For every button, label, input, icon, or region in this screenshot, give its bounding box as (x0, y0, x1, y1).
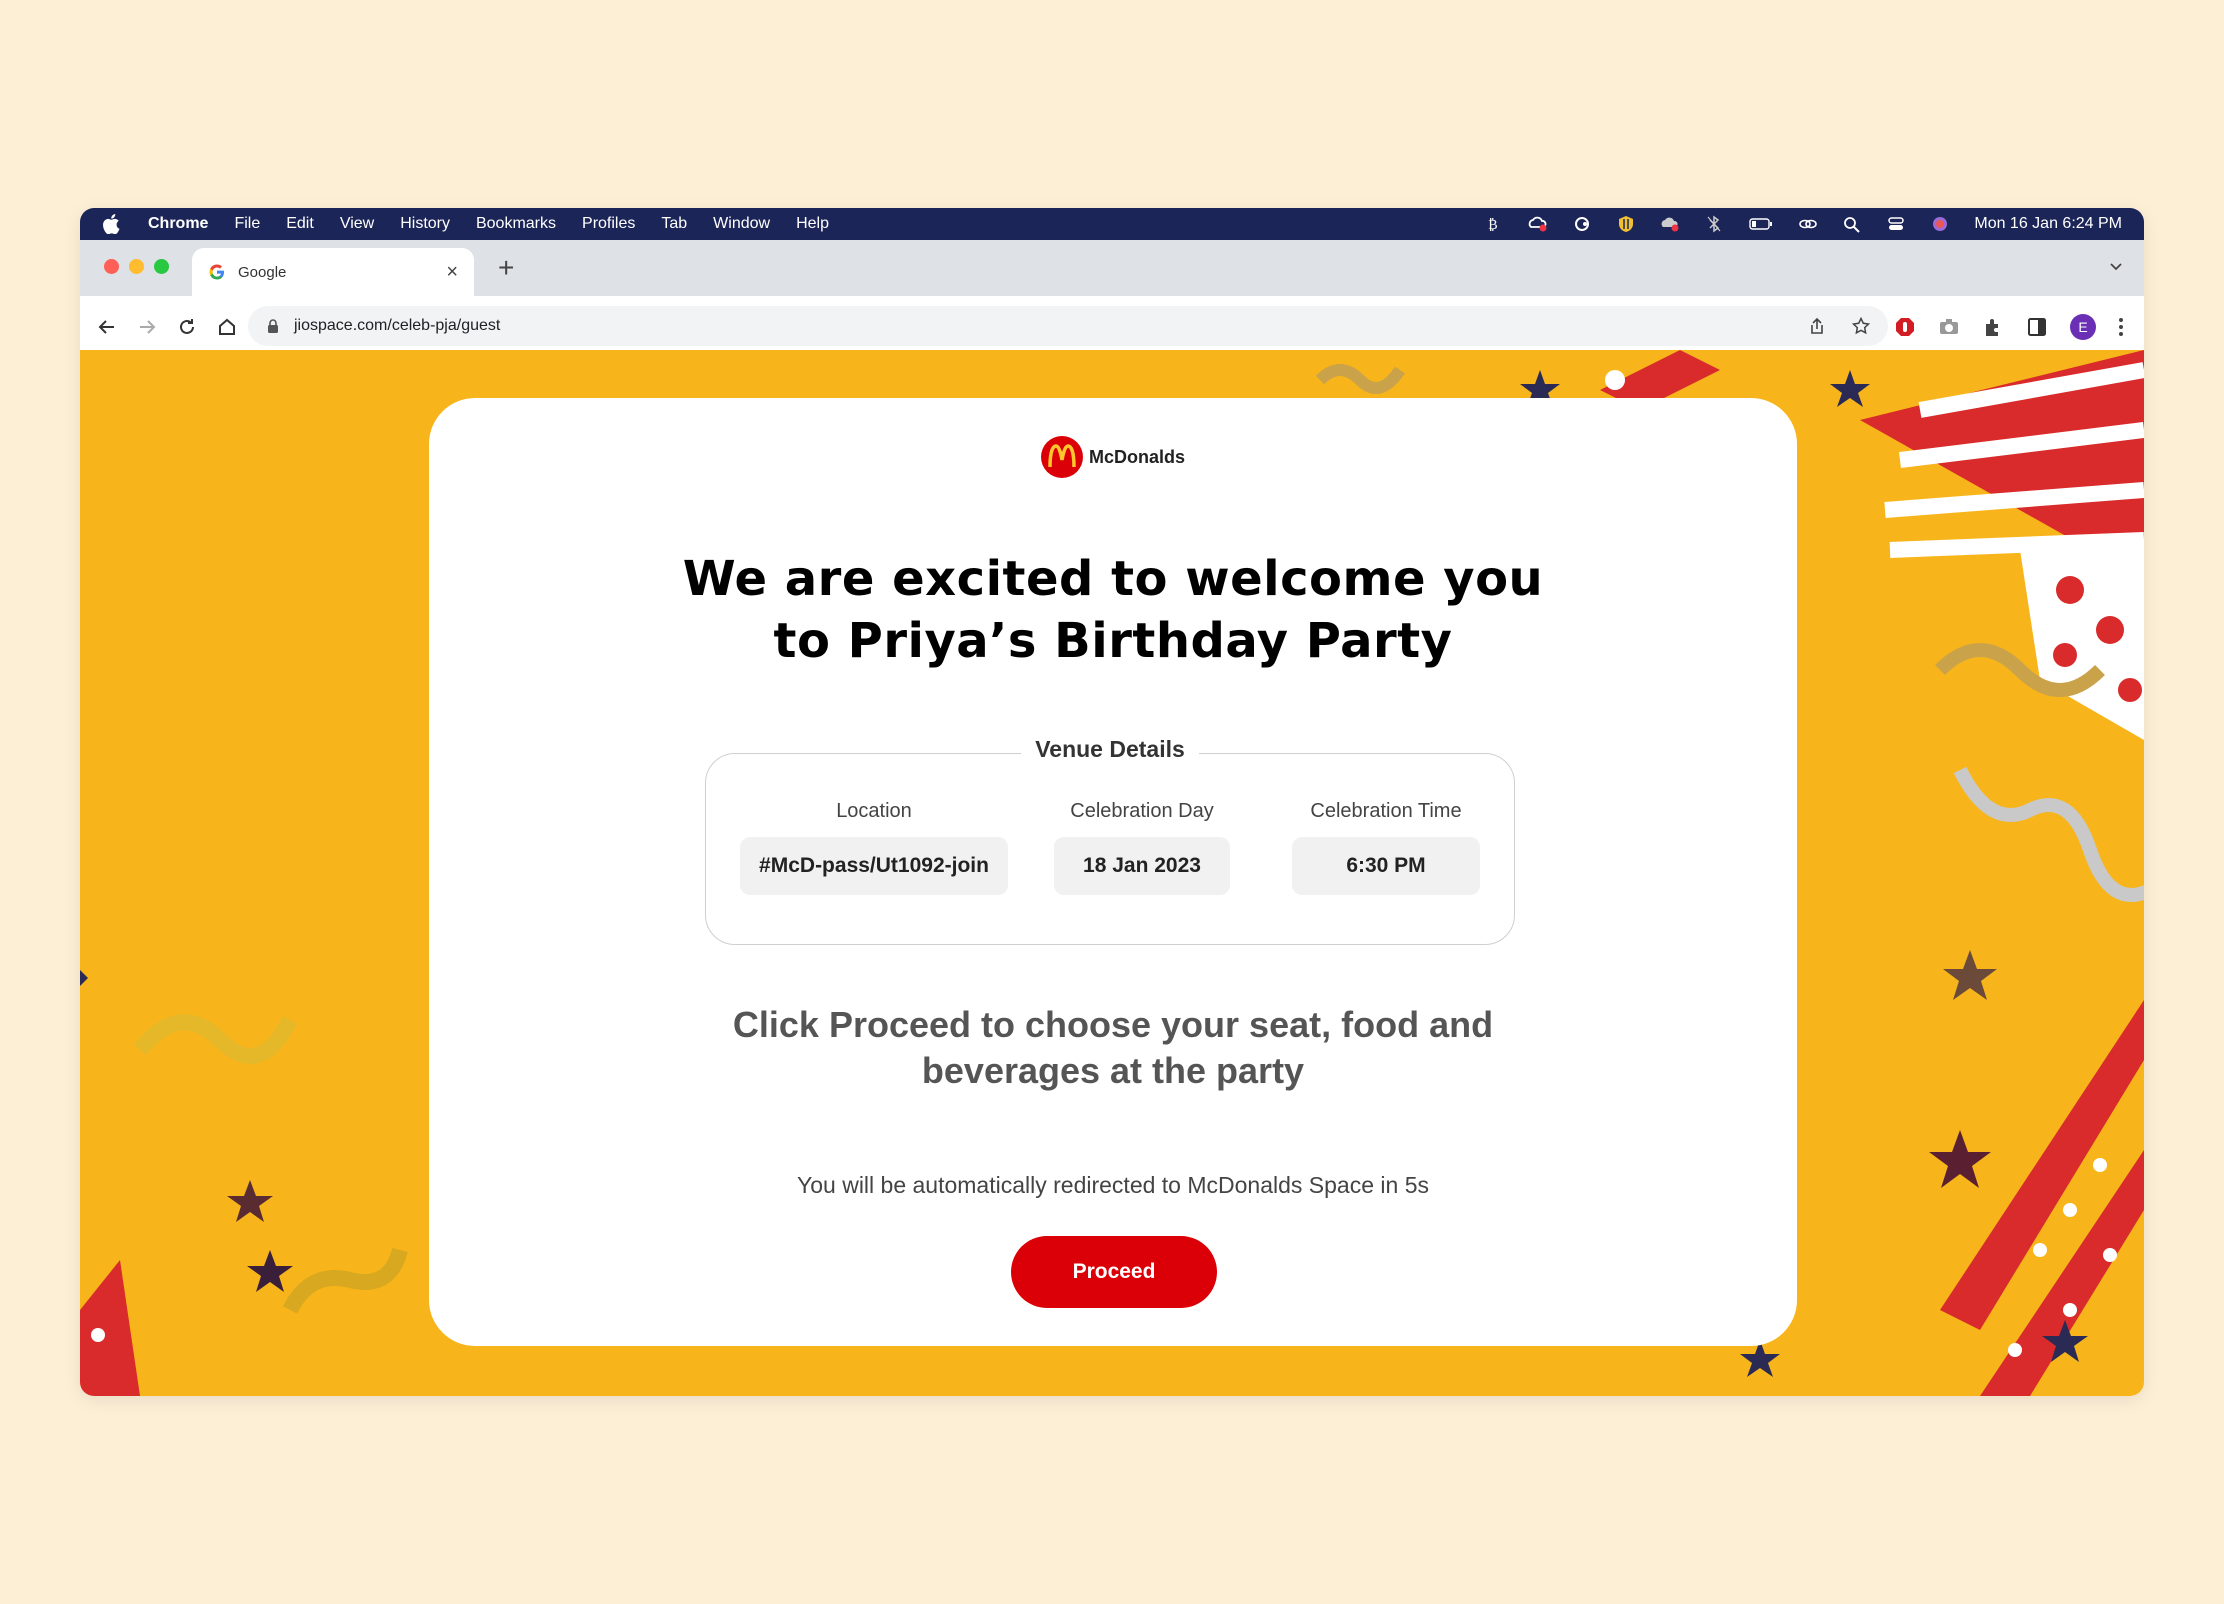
menubar-clock[interactable]: Mon 16 Jan 6:24 PM (1974, 215, 2122, 233)
google-g-icon (209, 264, 224, 280)
creative-cloud-icon[interactable] (1528, 215, 1548, 233)
back-arrow-icon[interactable] (96, 316, 118, 338)
brand-header: McDonalds (429, 436, 1797, 478)
control-center-icon[interactable] (1886, 215, 1906, 233)
side-panel-icon[interactable] (2026, 316, 2048, 338)
redirect-notice: You will be automatically redirected to … (797, 1172, 1429, 1198)
siri-icon[interactable] (1930, 215, 1950, 233)
reload-icon[interactable] (176, 316, 198, 338)
tab-google[interactable]: Google × (192, 248, 474, 296)
grammarly-icon[interactable] (1572, 215, 1592, 233)
lock-icon[interactable] (266, 318, 280, 334)
tab-close-icon[interactable]: × (446, 261, 458, 284)
forward-arrow-icon[interactable] (136, 316, 158, 338)
menu-tab[interactable]: Tab (661, 215, 687, 233)
browser-window: Chrome File Edit View History Bookmarks … (80, 208, 2144, 1396)
tab-strip: Google × + (80, 240, 2144, 296)
new-tab-button[interactable]: + (498, 252, 514, 284)
mcdonalds-logo-icon (1040, 436, 1083, 478)
share-icon[interactable] (1808, 317, 1826, 335)
apple-icon[interactable] (102, 214, 120, 234)
home-icon[interactable] (216, 316, 238, 338)
cloud-off-icon[interactable] (1660, 215, 1680, 233)
location-label: Location (836, 800, 912, 822)
celebration-day-label: Celebration Day (1070, 800, 1214, 822)
outer-frame: Chrome File Edit View History Bookmarks … (0, 0, 2224, 1604)
celebration-time-field: Celebration Time 6:30 PM (1292, 800, 1480, 895)
venue-details-box: Venue Details Location #McD-pass/Ut1092-… (705, 736, 1515, 945)
venue-details-title: Venue Details (706, 736, 1514, 763)
menu-file[interactable]: File (234, 215, 260, 233)
svg-text:₿: ₿ (1488, 217, 1498, 233)
web-page: McDonalds We are excited to welcome you … (80, 350, 2144, 1396)
menu-view[interactable]: View (340, 215, 374, 233)
celebration-time-value: 6:30 PM (1292, 837, 1480, 895)
celebration-day-field: Celebration Day 18 Jan 2023 (1054, 800, 1230, 895)
proceed-instructions-line2: beverages at the party (921, 1050, 1305, 1091)
bookmark-star-icon[interactable] (1852, 317, 1870, 335)
menu-profiles[interactable]: Profiles (582, 215, 635, 233)
omnibox-actions (1808, 317, 1870, 335)
chevron-down-icon[interactable] (2108, 258, 2124, 274)
mac-menubar: Chrome File Edit View History Bookmarks … (80, 208, 2144, 240)
link-icon[interactable] (1798, 215, 1818, 233)
extensions-puzzle-icon[interactable] (1982, 316, 2004, 338)
kebab-menu-icon[interactable] (2118, 316, 2124, 338)
menu-help[interactable]: Help (796, 215, 829, 233)
menu-bookmarks[interactable]: Bookmarks (476, 215, 556, 233)
menu-history[interactable]: History (400, 215, 450, 233)
extensions-area: E (1894, 314, 2124, 340)
menu-app-chrome[interactable]: Chrome (148, 215, 208, 233)
bitcoin-icon[interactable]: ₿ (1484, 215, 1504, 233)
battery-icon[interactable] (1748, 215, 1774, 233)
brand-name: McDonalds (1088, 446, 1185, 467)
celebration-time-label: Celebration Time (1310, 800, 1462, 822)
url-text[interactable]: jiospace.com/celeb-pja/guest (294, 317, 500, 335)
profile-avatar[interactable]: E (2070, 314, 2096, 340)
welcome-heading-line1: We are excited to welcome you (682, 551, 1544, 607)
camera-icon[interactable] (1938, 316, 1960, 338)
proceed-instructions-line1: Click Proceed to choose your seat, food … (732, 1004, 1494, 1045)
menu-edit[interactable]: Edit (286, 215, 314, 233)
zoom-window-button[interactable] (154, 259, 169, 274)
search-icon[interactable] (1842, 215, 1862, 233)
menubar-status-area: ₿ Mon 16 Jan 6:24 PM (1484, 208, 2122, 240)
shield-extension-icon[interactable] (1616, 215, 1636, 233)
venue-details-title-text: Venue Details (1021, 736, 1199, 762)
proceed-instructions: Click Proceed to choose your seat, food … (429, 1002, 1797, 1094)
welcome-heading: We are excited to welcome you to Priya’s… (429, 548, 1797, 672)
proceed-button[interactable]: Proceed (1011, 1236, 1217, 1308)
welcome-heading-line2: to Priya’s Birthday Party (773, 613, 1453, 669)
celebration-day-value: 18 Jan 2023 (1054, 837, 1230, 895)
window-controls (104, 259, 169, 274)
welcome-card: McDonalds We are excited to welcome you … (429, 398, 1797, 1346)
tab-title: Google (238, 263, 287, 281)
bluetooth-off-icon[interactable] (1704, 215, 1724, 233)
menu-window[interactable]: Window (713, 215, 770, 233)
address-bar[interactable]: jiospace.com/celeb-pja/guest (248, 306, 1888, 346)
minimize-window-button[interactable] (129, 259, 144, 274)
adblock-icon[interactable] (1894, 316, 1916, 338)
browser-toolbar: jiospace.com/celeb-pja/guest E (80, 296, 2144, 358)
location-value: #McD-pass/Ut1092-join (740, 837, 1008, 895)
location-field: Location #McD-pass/Ut1092-join (740, 800, 1008, 895)
close-window-button[interactable] (104, 259, 119, 274)
